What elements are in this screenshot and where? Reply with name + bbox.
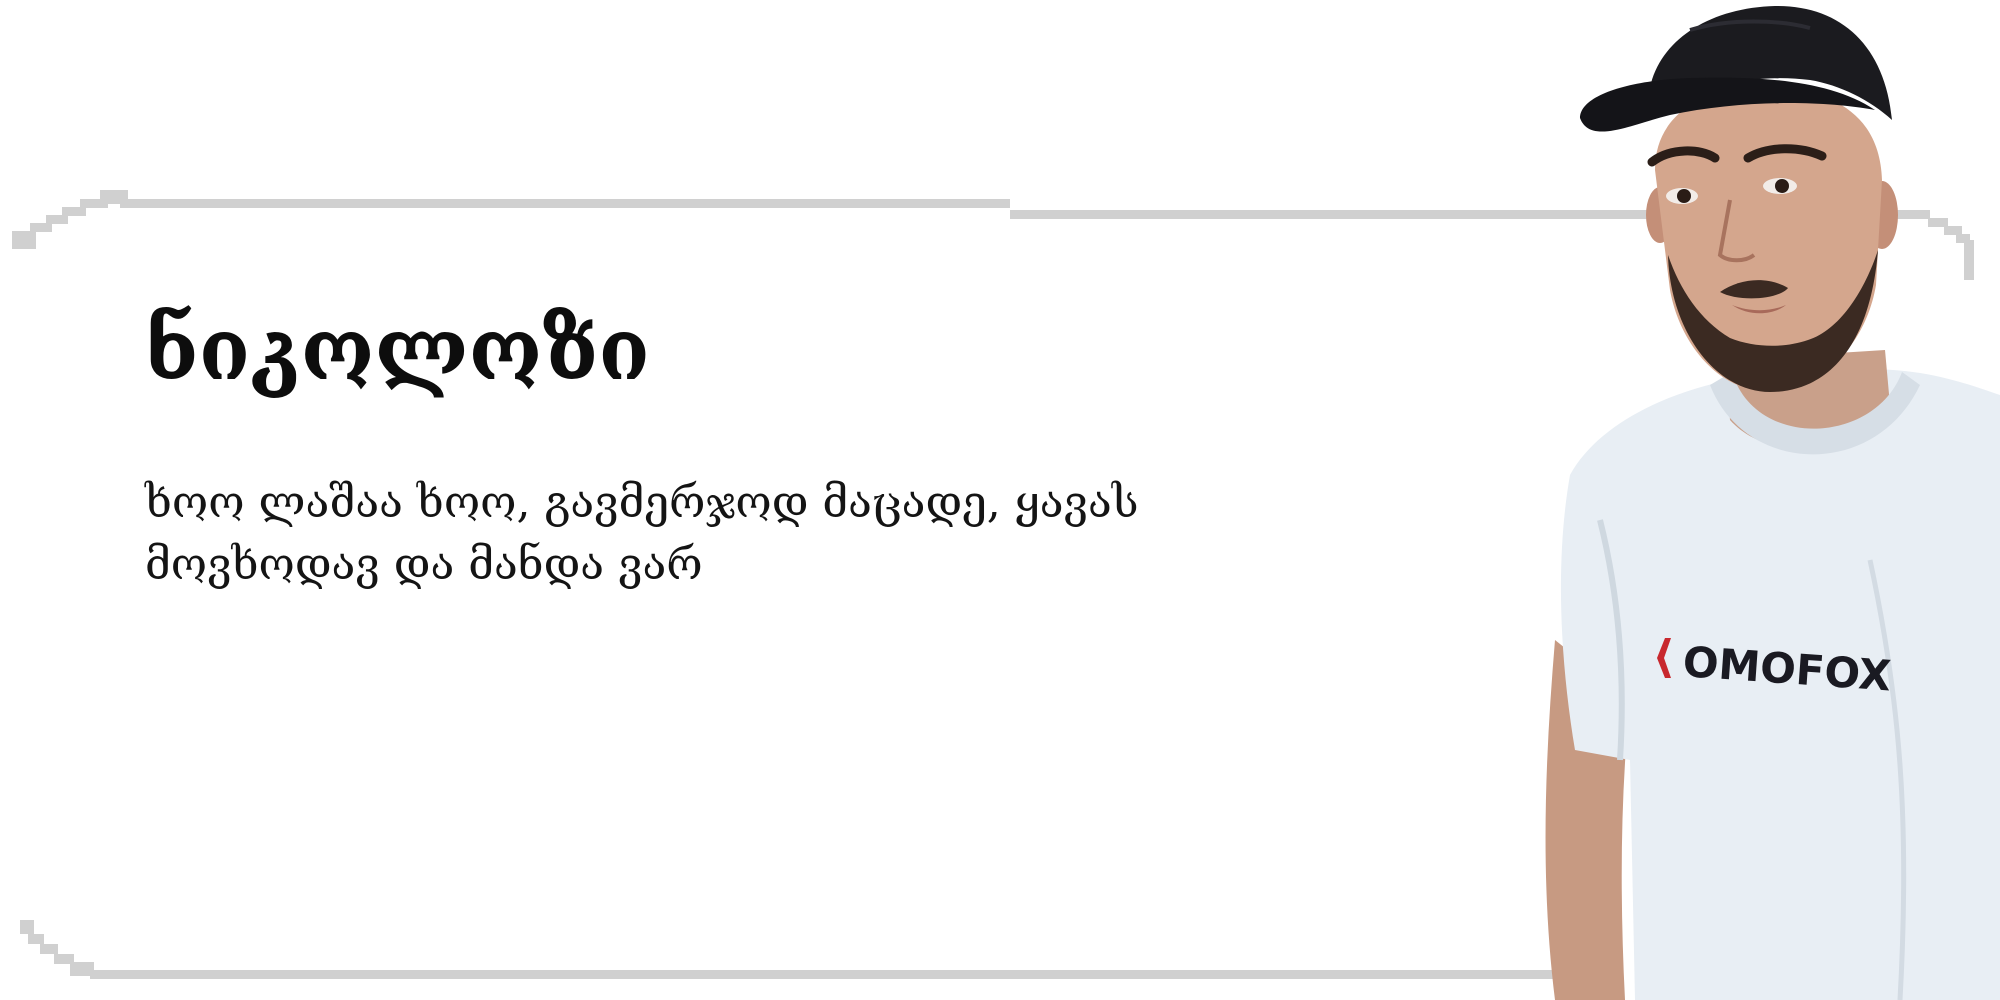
- bio-line-1: ხოო ლაშაა ხოო, გავმერჯოდ მაცადე, ყავას: [145, 477, 1139, 528]
- profile-bio: ხოო ლაშაა ხოო, გავმერჯოდ მაცადე, ყავას მ…: [145, 472, 1245, 596]
- bio-line-2: მოვხოდავ და მანდა ვარ: [145, 539, 703, 590]
- profile-photo: OMOFOX: [1545, 5, 2000, 1000]
- profile-name: ნიკოლოზი: [145, 300, 650, 399]
